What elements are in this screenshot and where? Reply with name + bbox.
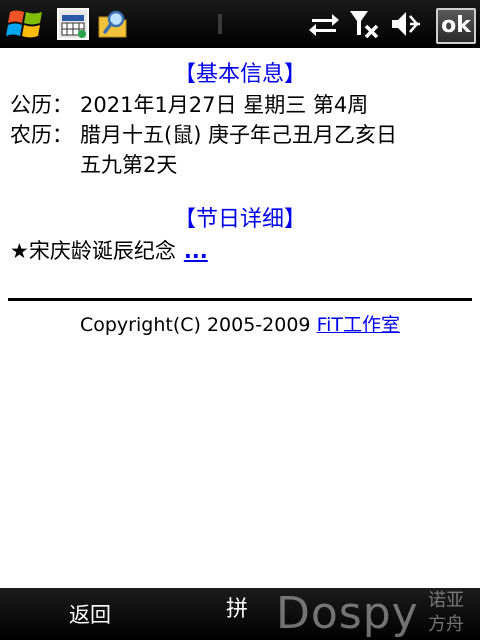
watermark-main-text: Dospy [276,588,419,639]
lunar-date-row: 农历： 腊月十五(鼠) 庚子年己丑月乙亥日 [10,120,397,150]
festival-details-title: 【节日详细】 [173,207,306,232]
copyright-link[interactable]: FiT工作室 [317,314,400,336]
divider [8,298,472,301]
bottom-softkey-bar: 返回 拼 Dospy 诺亚 方舟 [0,588,480,640]
solar-date-label: 公历： [10,93,73,117]
lunar-date-value-continued: 五九第2天 [80,153,178,177]
lunar-date-value: 腊月十五(鼠) 庚子年己丑月乙亥日 [80,123,398,147]
no-signal-icon[interactable] [346,4,382,44]
search-folder-icon[interactable] [94,4,132,44]
solar-date-row: 公历： 2021年1月27日 星期三 第4周 [10,90,368,120]
dospy-watermark: Dospy 诺亚 方舟 [276,588,476,640]
copyright-line: Copyright(C) 2005-2009 FiT工作室 [0,310,480,340]
screen: ok 【基本信息】 公历： 2021年1月27日 星期三 第4周 农历： 腊月十五(… [0,0,480,640]
solar-date-value: 2021年1月27日 星期三 第4周 [80,93,369,117]
festival-more-link[interactable]: ... [184,239,208,263]
watermark-sub-text-1: 诺亚 [428,590,464,611]
volume-muted-icon[interactable] [388,4,424,44]
text-cursor-icon [212,4,228,44]
input-method-indicator[interactable]: 拼 [212,592,262,628]
sync-arrows-icon[interactable] [306,4,342,44]
festival-item: ★宋庆龄诞辰纪念... [10,236,208,266]
windows-start-icon[interactable] [2,4,50,44]
watermark-sub-text-2: 方舟 [428,614,464,635]
top-status-bar: ok [0,0,480,48]
ok-button[interactable]: ok [436,8,476,44]
calendar-app-icon[interactable] [54,4,92,44]
basic-info-title: 【基本信息】 [173,62,306,87]
content-area: 【基本信息】 公历： 2021年1月27日 星期三 第4周 农历： 腊月十五(鼠) … [0,48,480,588]
lunar-date-label: 农历： [10,123,73,147]
copyright-text: Copyright(C) 2005-2009 [79,314,317,336]
back-softkey[interactable]: 返回 [40,598,140,632]
festival-item-text: ★宋庆龄诞辰纪念 [10,239,176,263]
